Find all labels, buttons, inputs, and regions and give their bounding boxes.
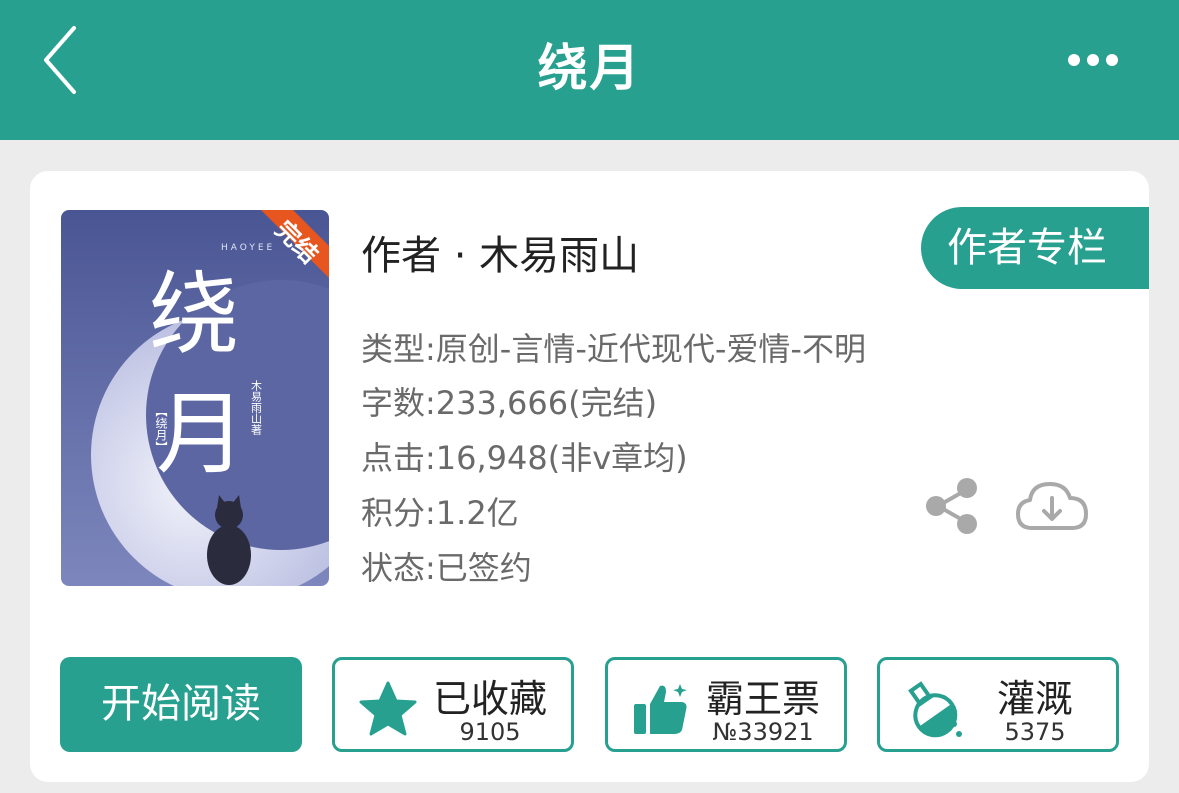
vote-label: 霸王票 [705, 677, 820, 721]
author-line[interactable]: 作者 · 木易雨山 [361, 223, 639, 281]
svg-text:【绕月】: 【绕月】 [154, 405, 168, 453]
cloud-download-icon [1016, 482, 1088, 530]
book-info-card: 绕 HAOYEE 绕 月 【绕月】 木易雨山著 完结 作者 · 木易雨山 作者专… [30, 171, 1149, 782]
cover-top-text: HAOYEE [221, 243, 275, 253]
flask-icon [908, 681, 962, 738]
start-reading-button[interactable]: 开始阅读 [60, 657, 302, 752]
irrigate-count: 5375 [1004, 718, 1066, 746]
click-count: 点击:16,948(非v章均) [361, 439, 688, 477]
vote-button[interactable]: 霸王票 №33921 [605, 657, 847, 752]
irrigate-label: 灌溉 [996, 677, 1073, 721]
svg-text:木易雨山著: 木易雨山著 [250, 380, 263, 436]
more-horizontal-icon [1068, 54, 1118, 66]
author-column-button[interactable]: 作者专栏 [921, 207, 1149, 289]
book-cover[interactable]: 绕 HAOYEE 绕 月 【绕月】 木易雨山著 完结 [61, 210, 329, 586]
collect-count: 9105 [459, 718, 521, 746]
share-button[interactable] [920, 476, 984, 536]
vote-count: №33921 [712, 718, 814, 746]
page-title: 绕月 [537, 39, 642, 97]
top-bar: 绕月 [0, 0, 1179, 140]
collect-button[interactable]: 已收藏 9105 [332, 657, 574, 752]
cover-title-char-1: 绕 [149, 262, 239, 367]
thumbs-up-icon [634, 684, 687, 734]
word-count: 字数:233,666(完结) [361, 384, 658, 422]
cover-title-char-2: 月 [156, 382, 246, 487]
download-button[interactable] [1014, 476, 1090, 536]
score: 积分:1.2亿 [361, 494, 519, 532]
collect-label: 已收藏 [432, 677, 547, 721]
irrigate-button[interactable]: 灌溉 5375 [877, 657, 1119, 752]
sign-status: 状态:已签约 [361, 549, 532, 587]
more-button[interactable] [1058, 40, 1128, 80]
cover-image: 绕 HAOYEE 绕 月 【绕月】 木易雨山著 完结 [61, 210, 329, 586]
share-icon [926, 478, 977, 534]
star-icon [359, 681, 417, 736]
book-type: 类型:原创-言情-近代现代-爱情-不明 [361, 330, 866, 368]
